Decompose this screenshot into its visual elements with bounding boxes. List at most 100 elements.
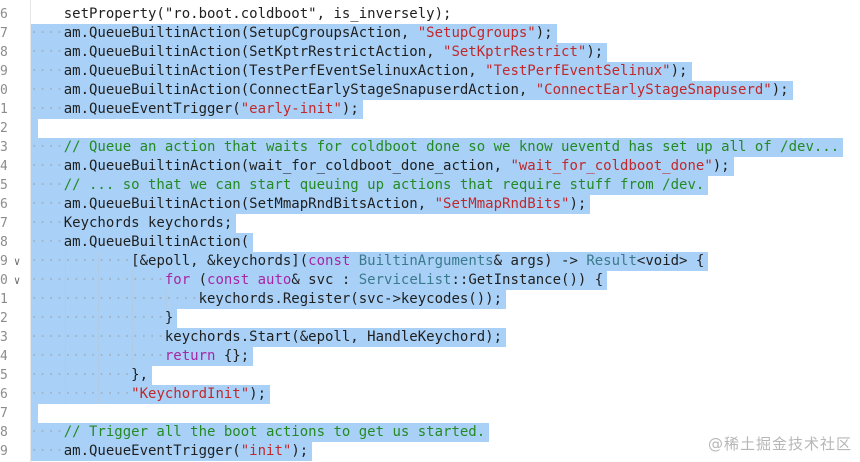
code-line: ····// Queue an action that waits for co… (30, 138, 839, 157)
whitespace-dots: ················ (30, 310, 165, 326)
code-line: ············[&epoll, &keychords](const B… (30, 252, 704, 271)
line-number: 5 (0, 368, 7, 383)
code-token: }, (131, 367, 149, 383)
code-line: ····// Trigger all the boot actions to g… (30, 423, 485, 442)
line-number: 7 (0, 216, 7, 231)
code-line: ················return {}; (30, 347, 249, 366)
code-token: "early-init" (240, 101, 342, 117)
whitespace-dots: ············ (30, 253, 132, 269)
code-token: ); (670, 63, 688, 79)
whitespace-dots: ···· (30, 234, 64, 250)
code-token: am.QueueBuiltinAction(SetupCgroupsAction… (63, 25, 418, 41)
whitespace-dots: ···· (30, 196, 64, 212)
whitespace-dots: ···· (30, 424, 64, 440)
code-line: ····Keychords keychords; (30, 214, 232, 233)
code-line: ····am.QueueBuiltinAction(SetMmapRndBits… (30, 195, 586, 214)
code-token: keychords.Register(svc->keycodes()); (198, 291, 503, 307)
whitespace-dots: ···· (30, 101, 64, 117)
code-token: keychords.Start(&epoll, HandleKeychord); (164, 329, 503, 345)
code-line: ····················keychords.Register(s… (30, 290, 502, 309)
whitespace-dots: ···· (30, 25, 64, 41)
line-number-gutter: 6 7 8 9 0 1 2 3 4 5 6 7 8 9 0 1 2 3 4 5 6 7 8 9 ∨ ∨ (0, 0, 31, 462)
code-token: ); (712, 158, 730, 174)
code-token: BuiltinArguments (358, 253, 494, 269)
code-token: & svc : (291, 272, 359, 288)
whitespace-dots: ···· (30, 177, 64, 193)
code-token: ); (341, 101, 359, 117)
code-token: am.QueueEventTrigger( (63, 101, 241, 117)
code-token: ); (291, 443, 309, 459)
code-line: ····am.QueueBuiltinAction( (30, 233, 249, 252)
code-line: ····// ... so that we can start queuing … (30, 176, 704, 195)
line-number: 4 (0, 349, 7, 364)
code-token: am.QueueBuiltinAction(ConnectEarlyStageS… (63, 82, 536, 98)
code-token: ); (771, 82, 789, 98)
code-token: am.QueueBuiltinAction(SetKptrRestrictAct… (63, 44, 444, 60)
code-token: "SetMmapRndBits" (434, 196, 570, 212)
line-number: 1 (0, 102, 7, 117)
code-token: ); (249, 386, 267, 402)
line-number: 5 (0, 178, 7, 193)
whitespace-dots: ···· (30, 215, 64, 231)
line-number: 0 (0, 273, 7, 288)
code-token: const auto (207, 272, 292, 288)
line-number: 6 (0, 197, 7, 212)
line-number: 0 (0, 83, 7, 98)
code-token: for (164, 272, 199, 288)
code-line: ················for (const auto& svc : S… (30, 271, 603, 290)
code-token: "SetupCgroups" (417, 25, 536, 41)
line-number: 6 (0, 387, 7, 402)
code-token: "SetKptrRestrict" (443, 44, 587, 60)
whitespace-dots: ···· (30, 158, 64, 174)
whitespace-dots: ············ (30, 386, 132, 402)
code-token: ServiceList (358, 272, 452, 288)
code-token: const (308, 253, 359, 269)
whitespace-dots: ···· (30, 63, 64, 79)
line-number: 3 (0, 140, 7, 155)
code-token: am.QueueBuiltinAction(TestPerfEventSelin… (63, 63, 486, 79)
code-line: ····am.QueueBuiltinAction(TestPerfEventS… (30, 62, 687, 81)
watermark: @稀土掘金技术社区 (707, 435, 852, 453)
code-line: ············}, (30, 366, 148, 385)
code-token: "wait_for_coldboot_done" (510, 158, 713, 174)
line-number: 1 (0, 292, 7, 307)
selection-highlight (30, 404, 38, 423)
whitespace-dots: ············ (30, 367, 132, 383)
whitespace-dots: ···· (30, 82, 64, 98)
line-number: 8 (0, 235, 7, 250)
code-token: ); (569, 196, 587, 212)
code-token: } (164, 310, 174, 326)
code-token: <void> { (636, 253, 705, 269)
line-number: 9 (0, 64, 7, 79)
code-line: ················} (30, 309, 173, 328)
fold-chevron-down-icon[interactable]: ∨ (10, 252, 24, 271)
code-editor[interactable]: 6 7 8 9 0 1 2 3 4 5 6 7 8 9 0 1 2 3 4 5 6 7 8 9 ∨ ∨ setProperty("… (0, 0, 860, 462)
code-token: ); (535, 25, 553, 41)
line-number: 3 (0, 330, 7, 345)
whitespace-dots: ················ (30, 272, 165, 288)
code-token: // Trigger all the boot actions to get u… (63, 424, 486, 440)
line-number: 7 (0, 26, 7, 41)
code-token: "init" (240, 443, 292, 459)
code-token: am.QueueBuiltinAction(wait_for_coldboot_… (63, 158, 511, 174)
line-number: 9 (0, 254, 7, 269)
line-number: 4 (0, 159, 7, 174)
code-area[interactable]: setProperty("ro.boot.coldboot", is_inver… (30, 0, 860, 462)
code-token: // ... so that we can start queuing up a… (63, 177, 705, 193)
code-token: return (164, 348, 224, 364)
code-token: ); (586, 44, 604, 60)
code-token: {}; (223, 348, 250, 364)
code-line: ············"KeychordInit"); (30, 385, 266, 404)
code-token: [&epoll, &keychords]( (131, 253, 309, 269)
code-token: am.QueueEventTrigger( (63, 443, 241, 459)
code-token: Keychords keychords; (63, 215, 233, 231)
fold-chevron-down-icon[interactable]: ∨ (10, 271, 24, 290)
line-number: 9 (0, 444, 7, 459)
code-token: & args) -> (493, 253, 587, 269)
code-token: "TestPerfEventSelinux" (485, 63, 671, 79)
code-line-partial: setProperty("ro.boot.coldboot", is_inver… (63, 6, 452, 22)
line-number: 6 (0, 7, 7, 22)
line-number: 7 (0, 406, 7, 421)
line-number: 8 (0, 45, 7, 60)
code-line: ····am.QueueBuiltinAction(ConnectEarlySt… (30, 81, 789, 100)
